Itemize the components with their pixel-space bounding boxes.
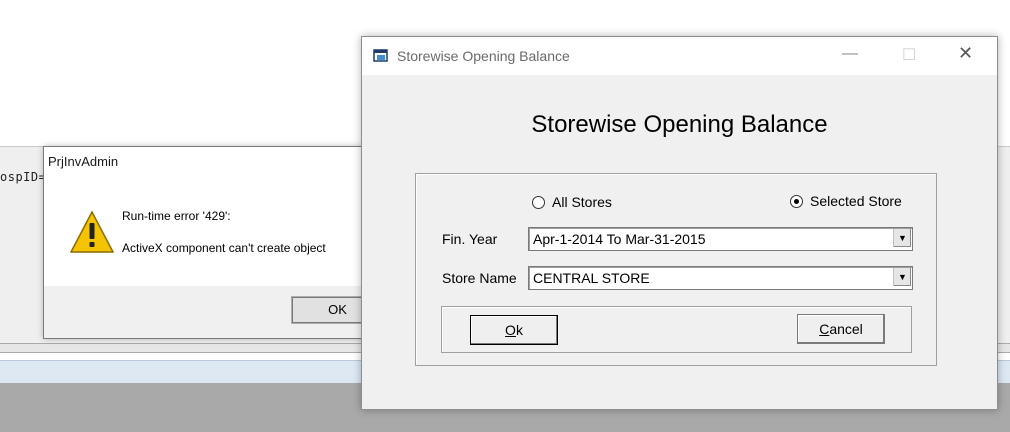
close-icon[interactable]: ✕	[958, 43, 973, 64]
form-icon	[373, 49, 388, 62]
cancel-accelerator: C	[819, 321, 830, 337]
store-name-label: Store Name	[442, 270, 517, 286]
maximize-icon[interactable]: ☐	[902, 45, 916, 65]
error-message-title: Run-time error '429':	[122, 209, 231, 223]
radio-all-stores[interactable]: All Stores	[532, 194, 612, 210]
ok-label: k	[515, 322, 523, 338]
chevron-down-icon[interactable]: ▼	[893, 268, 911, 286]
storewise-window: Storewise Opening Balance — ☐ ✕ Storewis…	[361, 36, 998, 410]
error-message-text: ActiveX component can't create object	[122, 241, 326, 255]
fin-year-value: Apr-1-2014 To Mar-31-2015	[533, 231, 706, 247]
cancel-button[interactable]: Cancel	[797, 314, 885, 344]
options-frame: All Stores Selected Store Fin. Year Apr-…	[415, 173, 937, 366]
ok-accelerator: O	[505, 322, 516, 338]
radio-all-stores-circle[interactable]	[532, 195, 545, 209]
ok-button[interactable]: Ok	[470, 315, 558, 345]
chevron-down-icon[interactable]: ▼	[893, 229, 911, 247]
error-dialog: PrjInvAdmin ✕ Run-time error '429': Acti…	[43, 146, 404, 339]
background-code-text: ospID=	[0, 170, 47, 184]
radio-selected-store-label: Selected Store	[810, 193, 902, 209]
error-dialog-footer: OK	[44, 286, 403, 338]
fin-year-label: Fin. Year	[442, 231, 498, 247]
error-dialog-title: PrjInvAdmin	[48, 154, 119, 169]
error-dialog-content: Run-time error '429': ActiveX component …	[44, 179, 403, 285]
error-dialog-titlebar[interactable]: PrjInvAdmin ✕	[44, 147, 403, 179]
button-bar: Ok Cancel	[441, 306, 912, 353]
store-name-dropdown[interactable]: CENTRAL STORE ▼	[528, 266, 913, 290]
window-title: Storewise Opening Balance	[397, 48, 570, 64]
radio-selected-store[interactable]: Selected Store	[790, 193, 902, 209]
cancel-label: ancel	[829, 321, 863, 337]
window-titlebar[interactable]: Storewise Opening Balance — ☐ ✕	[362, 37, 997, 75]
store-name-value: CENTRAL STORE	[533, 270, 650, 286]
form-heading: Storewise Opening Balance	[531, 111, 828, 138]
warning-icon	[70, 210, 114, 253]
radio-all-stores-label: All Stores	[552, 194, 612, 210]
minimize-icon[interactable]: —	[842, 45, 858, 63]
fin-year-dropdown[interactable]: Apr-1-2014 To Mar-31-2015 ▼	[528, 227, 913, 251]
radio-selected-store-circle[interactable]	[790, 194, 803, 208]
